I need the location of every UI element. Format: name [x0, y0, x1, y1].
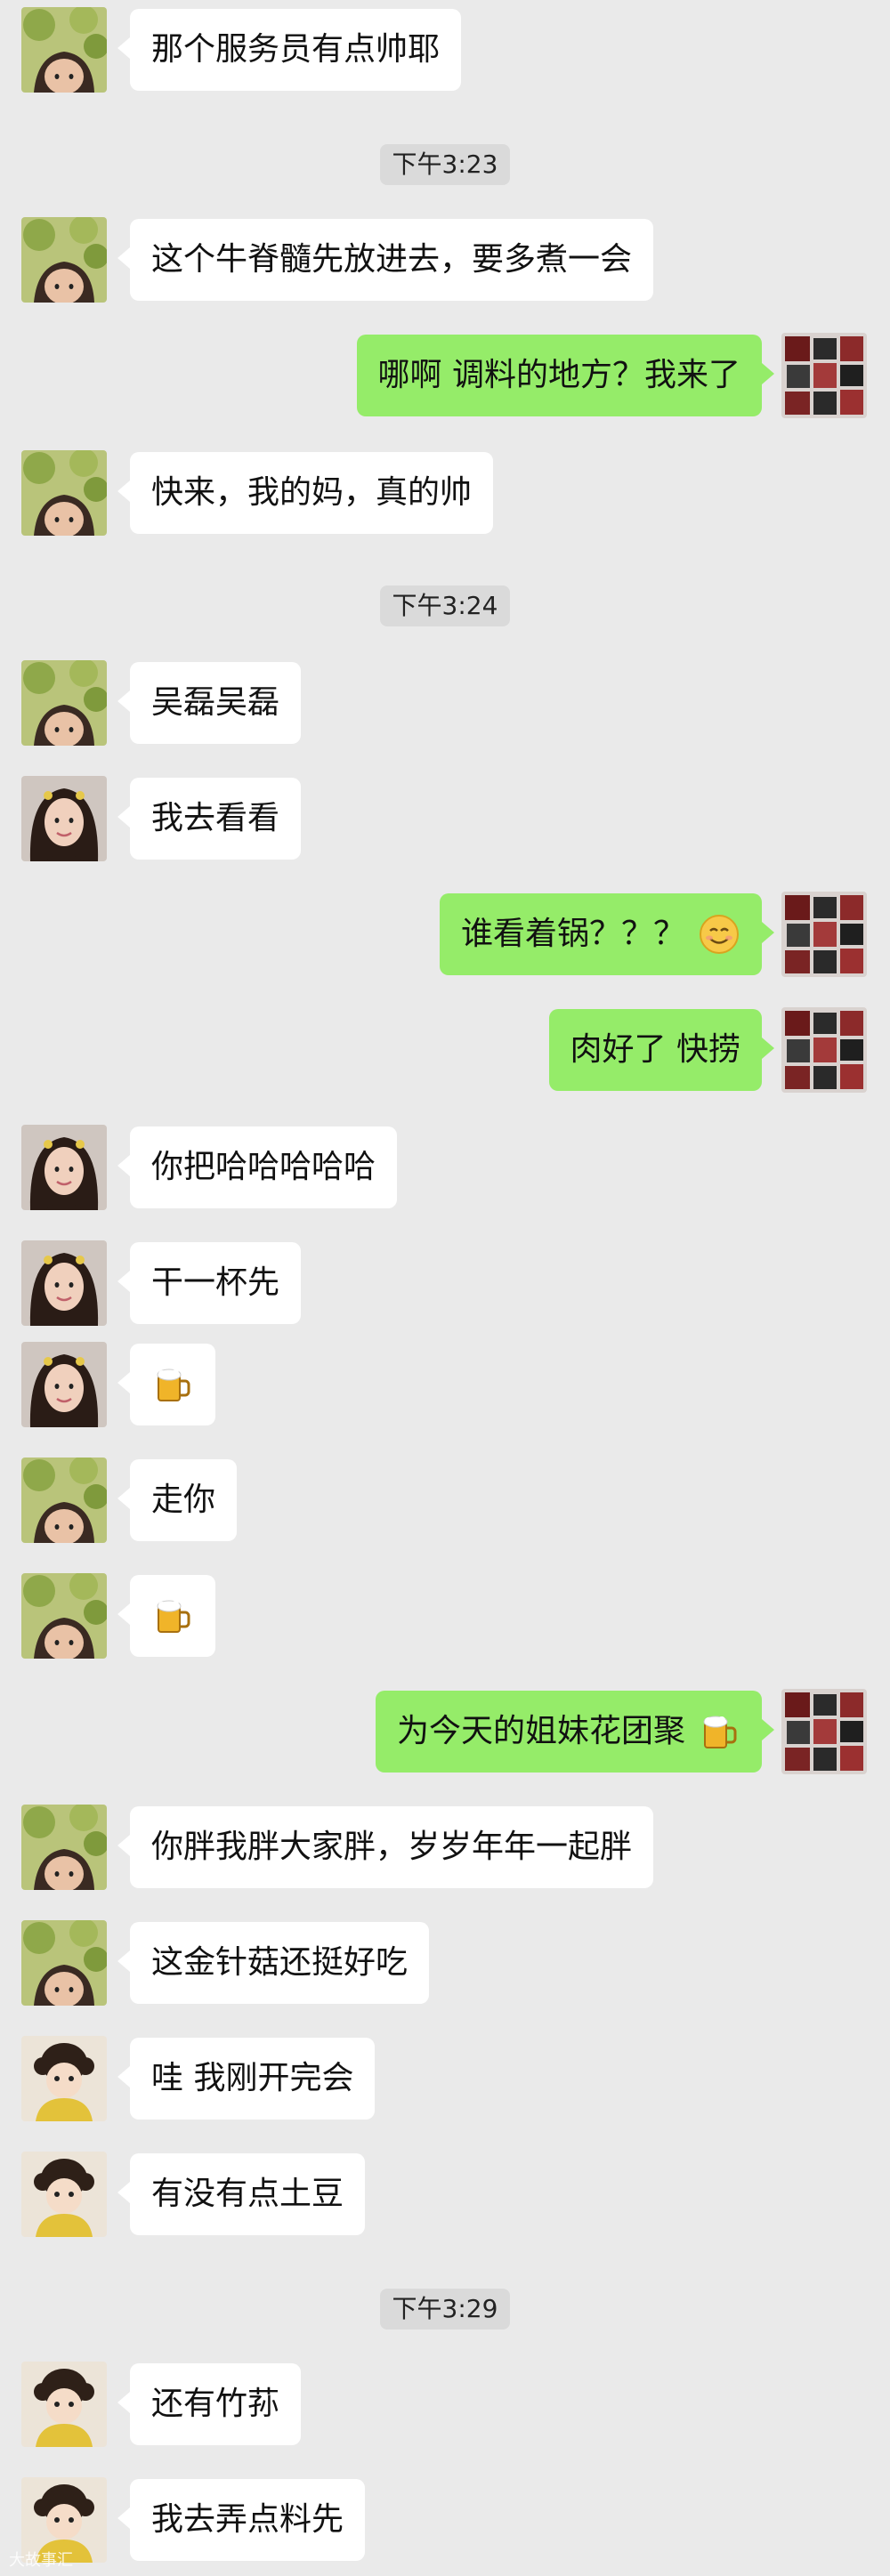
message-bubble[interactable]: 干一杯先	[117, 1242, 302, 1324]
girl-green-leaves-avatar[interactable]	[21, 450, 107, 536]
message-row: 你胖我胖大家胖，岁岁年年一起胖	[0, 1805, 890, 1890]
message-bubble[interactable]: 谁看着锅？？？	[439, 893, 775, 975]
girl-green-leaves-avatar[interactable]	[21, 1458, 107, 1543]
collage-red-photo-avatar[interactable]	[781, 892, 867, 977]
message-row: 为今天的姐妹花团聚	[0, 1689, 890, 1774]
message-row: 吴磊吴磊	[0, 660, 890, 746]
chat-history[interactable]: 那个服务员有点帅耶 下午3:23 这个牛脊髓先放进去，要多煮一会 哪啊 调料的地…	[0, 0, 890, 2576]
message-text: 那个服务员有点帅耶	[151, 31, 441, 68]
message-text: 哪啊 调料的地方？我来了	[377, 357, 740, 393]
baby-yellow-sweater-avatar[interactable]	[21, 2036, 107, 2121]
message-text: 走你	[151, 1482, 216, 1518]
message-row: 哪啊 调料的地方？我来了	[0, 333, 890, 418]
message-row: 还有竹荪	[0, 2362, 890, 2447]
message-text: 哇 我刚开完会	[151, 2060, 354, 2096]
message-bubble[interactable]: 还有竹荪	[117, 2363, 302, 2445]
long-hair-woman-avatar[interactable]	[21, 776, 107, 861]
message-row: 我去弄点料先	[0, 2477, 890, 2563]
message-row	[0, 1573, 890, 1659]
message-text: 快来，我的妈，真的帅	[151, 474, 473, 511]
message-bubble[interactable]: 我去弄点料先	[117, 2479, 366, 2561]
long-hair-woman-avatar[interactable]	[21, 1240, 107, 1326]
collage-red-photo-avatar[interactable]	[781, 1689, 867, 1774]
message-row	[0, 1342, 890, 1427]
message-row: 谁看着锅？？？	[0, 892, 890, 977]
message-bubble[interactable]: 快来，我的妈，真的帅	[117, 452, 494, 534]
message-row: 我去看看	[0, 776, 890, 861]
girl-green-leaves-avatar[interactable]	[21, 1920, 107, 2006]
message-bubble[interactable]: 走你	[117, 1459, 238, 1541]
smile-emoji-icon	[698, 893, 740, 987]
message-row: 干一杯先	[0, 1240, 890, 1326]
girl-green-leaves-avatar[interactable]	[21, 1573, 107, 1659]
message-bubble[interactable]: 哇 我刚开完会	[117, 2038, 376, 2120]
message-row: 走你	[0, 1458, 890, 1543]
message-row: 哇 我刚开完会	[0, 2036, 890, 2121]
message-text: 这金针菇还挺好吃	[151, 1944, 409, 1981]
message-row: 你把哈哈哈哈哈	[0, 1125, 890, 1210]
long-hair-woman-avatar[interactable]	[21, 1342, 107, 1427]
beer-emoji-icon	[151, 1344, 194, 1437]
message-bubble[interactable]: 你把哈哈哈哈哈	[117, 1126, 398, 1208]
message-text: 谁看着锅？？？	[460, 916, 685, 952]
message-row: 这金针菇还挺好吃	[0, 1920, 890, 2006]
watermark-text: 大故事汇	[9, 2551, 73, 2570]
message-bubble[interactable]: 我去看看	[117, 778, 302, 860]
message-bubble[interactable]: 哪啊 调料的地方？我来了	[356, 335, 775, 416]
message-text: 吴磊吴磊	[151, 684, 280, 721]
message-text: 肉好了 快捞	[570, 1031, 740, 1068]
message-bubble[interactable]: 吴磊吴磊	[117, 662, 302, 744]
message-row: 有没有点土豆	[0, 2152, 890, 2237]
beer-emoji-icon	[151, 1575, 194, 1668]
message-text: 这个牛脊髓先放进去，要多煮一会	[151, 241, 633, 278]
timestamp: 下午3:23	[0, 144, 890, 189]
collage-red-photo-avatar[interactable]	[781, 333, 867, 418]
message-row: 肉好了 快捞	[0, 1007, 890, 1093]
message-row: 这个牛脊髓先放进去，要多煮一会	[0, 217, 890, 303]
baby-yellow-sweater-avatar[interactable]	[21, 2362, 107, 2447]
message-row: 那个服务员有点帅耶	[0, 7, 890, 93]
message-text: 干一杯先	[151, 1264, 280, 1301]
girl-green-leaves-avatar[interactable]	[21, 217, 107, 303]
message-text: 你把哈哈哈哈哈	[151, 1149, 376, 1185]
message-text: 还有竹荪	[151, 2386, 280, 2422]
message-bubble[interactable]: 那个服务员有点帅耶	[117, 9, 462, 91]
girl-green-leaves-avatar[interactable]	[21, 1805, 107, 1890]
message-text: 我去看看	[151, 800, 280, 836]
girl-green-leaves-avatar[interactable]	[21, 7, 107, 93]
message-text: 有没有点土豆	[151, 2176, 344, 2212]
message-text: 我去弄点料先	[151, 2501, 344, 2538]
message-text: 你胖我胖大家胖，岁岁年年一起胖	[151, 1829, 633, 1865]
message-bubble[interactable]: 肉好了 快捞	[548, 1009, 775, 1091]
message-bubble[interactable]: 有没有点土豆	[117, 2153, 366, 2235]
message-row: 快来，我的妈，真的帅	[0, 450, 890, 536]
girl-green-leaves-avatar[interactable]	[21, 660, 107, 746]
message-bubble[interactable]: 这个牛脊髓先放进去，要多煮一会	[117, 219, 654, 301]
long-hair-woman-avatar[interactable]	[21, 1125, 107, 1210]
timestamp: 下午3:24	[0, 585, 890, 630]
message-bubble[interactable]	[117, 1344, 215, 1425]
collage-red-photo-avatar[interactable]	[781, 1007, 867, 1093]
beer-emoji-icon	[698, 1691, 740, 1784]
timestamp: 下午3:29	[0, 2289, 890, 2333]
message-bubble[interactable]: 为今天的姐妹花团聚	[375, 1691, 775, 1773]
message-bubble[interactable]	[117, 1575, 215, 1657]
message-bubble[interactable]: 这金针菇还挺好吃	[117, 1922, 430, 2004]
message-bubble[interactable]: 你胖我胖大家胖，岁岁年年一起胖	[117, 1806, 654, 1888]
baby-yellow-sweater-avatar[interactable]	[21, 2152, 107, 2237]
message-text: 为今天的姐妹花团聚	[396, 1713, 685, 1749]
